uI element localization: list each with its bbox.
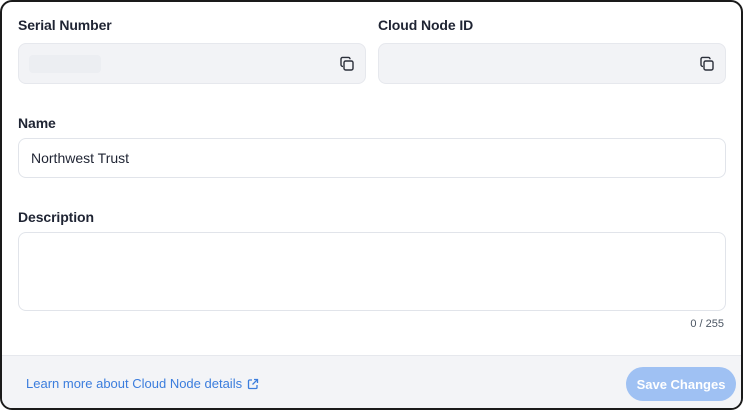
learn-more-label: Learn more about Cloud Node details [26,376,243,391]
panel-footer: Learn more about Cloud Node details Save… [2,355,741,408]
description-character-counter: 0 / 255 [690,318,724,330]
serial-number-field [18,43,366,84]
description-label: Description [18,209,94,225]
cloud-node-id-label: Cloud Node ID [378,17,474,33]
learn-more-link[interactable]: Learn more about Cloud Node details [26,376,259,391]
cloud-node-id-field [378,43,726,84]
description-field-wrapper [18,232,726,311]
name-field-wrapper [18,138,726,178]
serial-number-redacted-value [29,55,101,73]
serial-number-label: Serial Number [18,17,112,33]
external-link-icon [247,378,259,389]
description-textarea[interactable] [19,233,725,310]
cloud-node-settings-panel: Serial Number Cloud Node ID Name Descrip… [0,0,743,410]
name-input[interactable] [19,139,725,177]
copy-icon[interactable] [339,56,355,72]
save-changes-button[interactable]: Save Changes [626,367,736,401]
copy-icon[interactable] [699,56,715,72]
name-label: Name [18,115,56,131]
